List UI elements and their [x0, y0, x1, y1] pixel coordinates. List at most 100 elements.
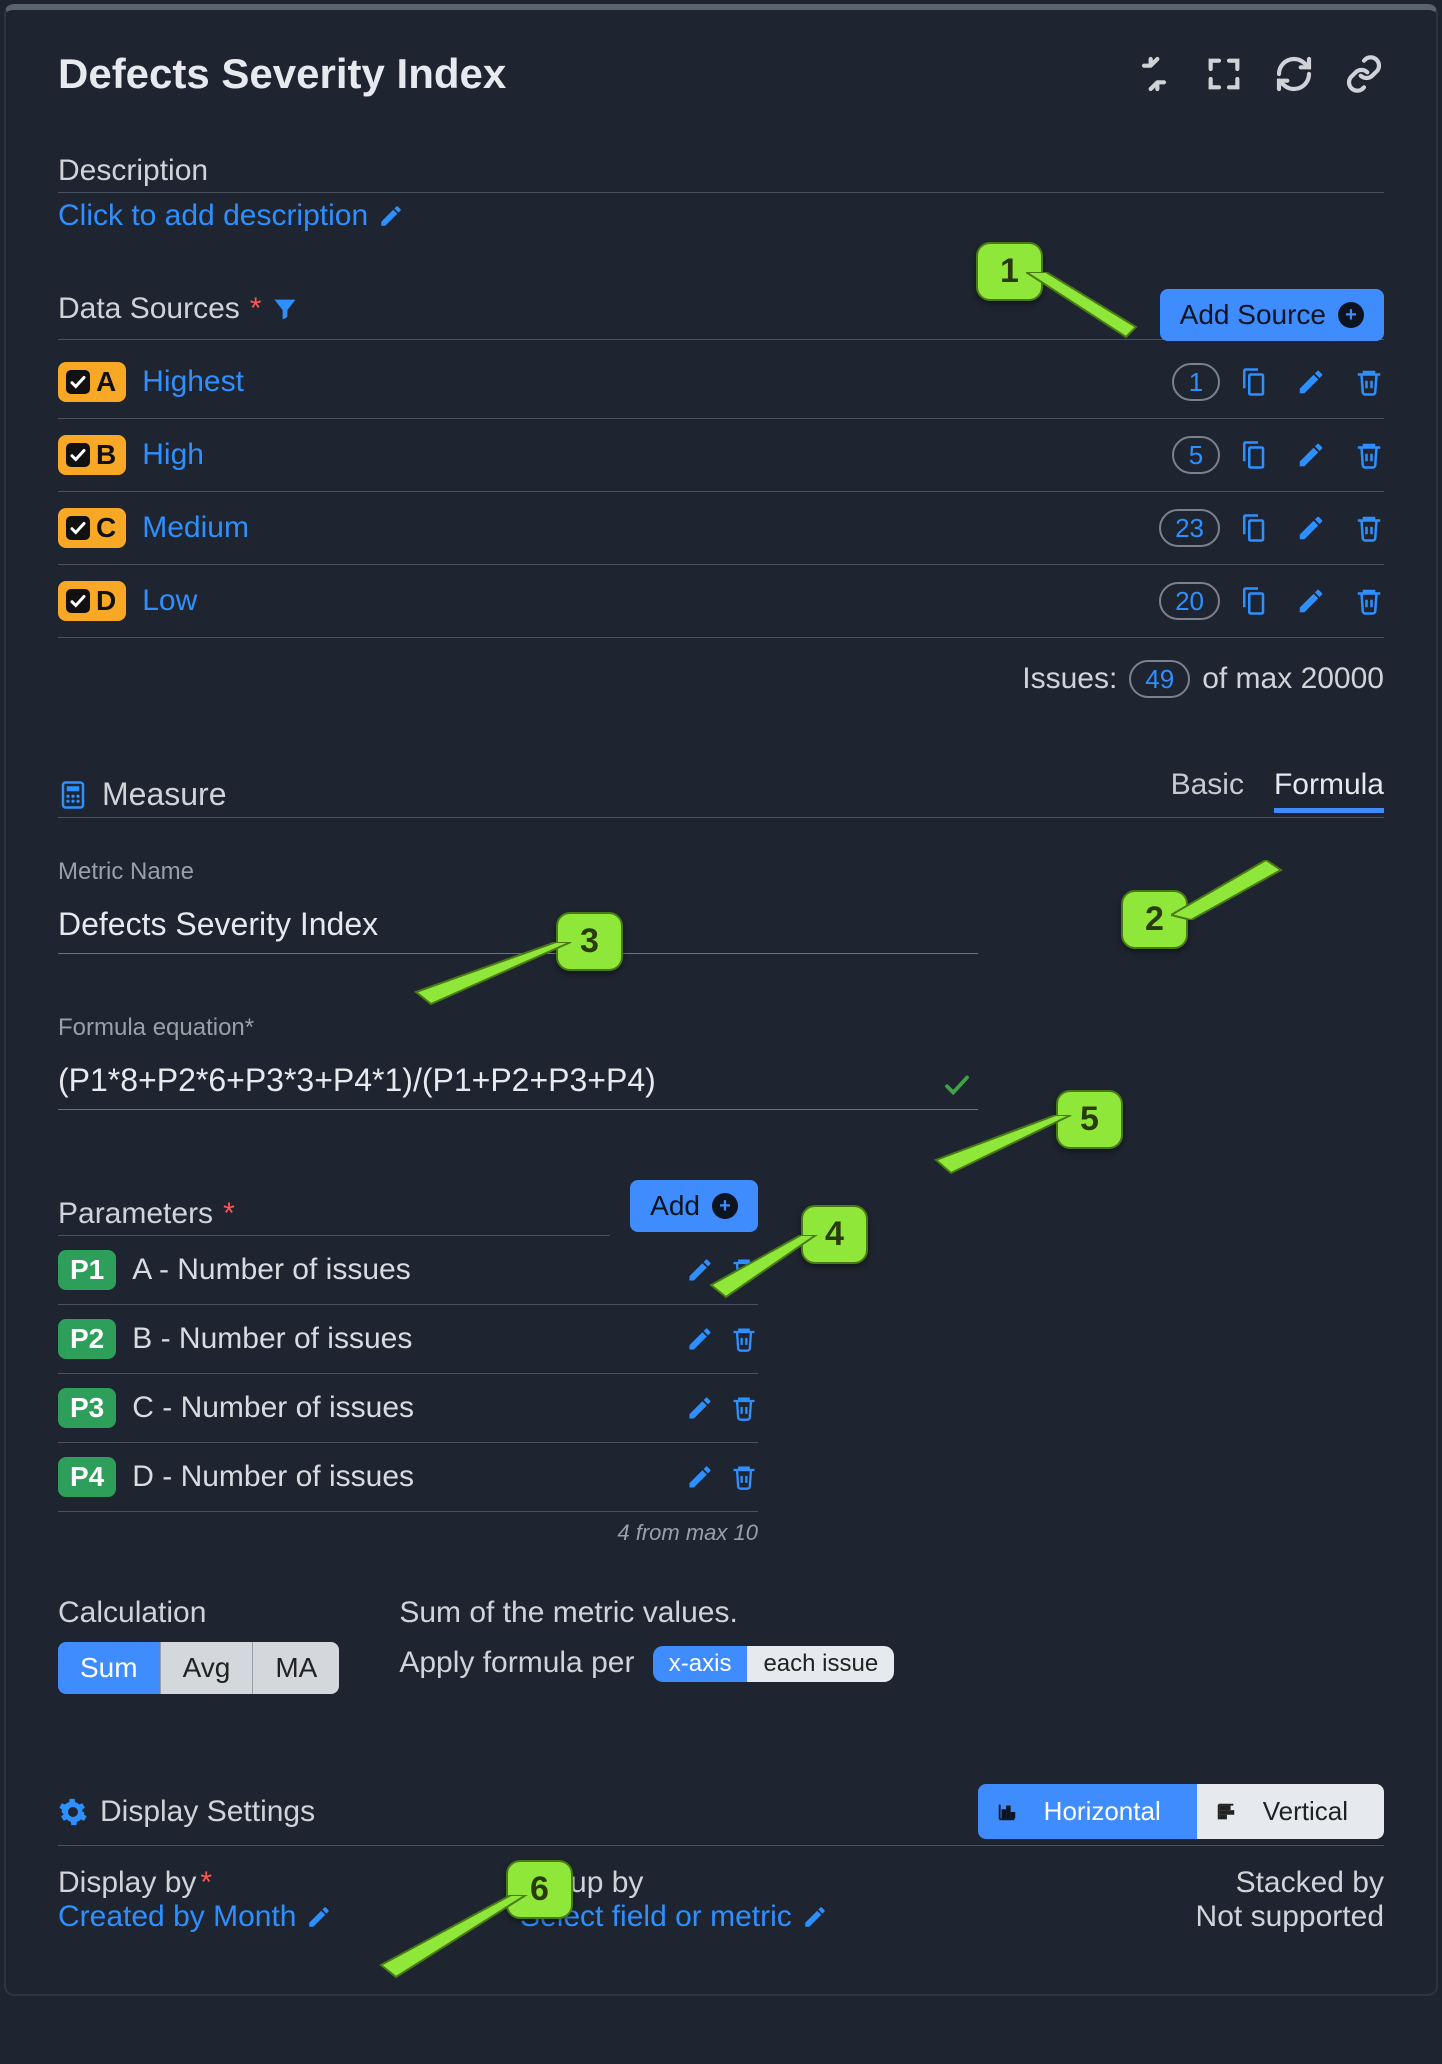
plus-icon: + [1338, 302, 1364, 328]
measure-header: Measure Basic Formula [58, 768, 1384, 818]
callout-5: 5 [1056, 1090, 1123, 1149]
source-count: 20 [1159, 582, 1220, 620]
data-source-list: A Highest 1 B High 5 [58, 346, 1384, 638]
parameter-row: P3 C - Number of issues [58, 1374, 758, 1443]
group-by-value[interactable]: Select field or metric [520, 1900, 828, 1934]
collapse-icon[interactable] [1134, 54, 1174, 94]
calculator-icon [58, 780, 88, 810]
source-letter-badge[interactable]: A [58, 362, 126, 402]
source-letter-badge[interactable]: D [58, 581, 126, 621]
calc-sum-button[interactable]: Sum [58, 1642, 160, 1694]
display-columns: Display by* Created by Month Group by Se… [58, 1866, 1384, 1934]
data-source-row: C Medium 23 [58, 492, 1384, 565]
panel-header: Defects Severity Index [58, 50, 1384, 98]
issues-total: 49 [1129, 660, 1190, 698]
trash-icon[interactable] [1354, 367, 1384, 397]
plus-icon: + [712, 1193, 738, 1219]
parameter-summary: 4 from max 10 [58, 1512, 758, 1546]
copy-icon[interactable] [1238, 586, 1268, 616]
add-description-link[interactable]: Click to add description [58, 199, 404, 233]
gear-icon [58, 1797, 88, 1827]
page-title: Defects Severity Index [58, 50, 506, 98]
required-marker: * [250, 292, 262, 326]
pencil-icon[interactable] [686, 1256, 714, 1284]
metric-name-input[interactable] [58, 900, 978, 954]
source-name-link[interactable]: Low [142, 584, 197, 618]
vertical-bars-icon [1215, 1801, 1237, 1823]
fullscreen-icon[interactable] [1204, 54, 1244, 94]
trash-icon[interactable] [1354, 513, 1384, 543]
group-by-col: Group by Select field or metric [520, 1866, 922, 1934]
pencil-icon [306, 1904, 332, 1930]
header-actions [1134, 54, 1384, 94]
formula-field: Formula equation* [58, 1014, 978, 1110]
metric-name-field: Metric Name [58, 858, 978, 954]
parameter-badge: P4 [58, 1457, 116, 1497]
parameter-name: D - Number of issues [132, 1460, 670, 1494]
source-letter-badge[interactable]: B [58, 435, 126, 475]
data-source-row: D Low 20 [58, 565, 1384, 638]
checkbox-checked-icon [66, 370, 90, 394]
parameter-row: P1 A - Number of issues [58, 1236, 758, 1305]
data-source-row: A Highest 1 [58, 346, 1384, 419]
parameters-header: Parameters* Add + [58, 1180, 758, 1236]
apply-formula-toggle[interactable]: x-axis each issue [653, 1646, 894, 1682]
formula-input[interactable] [58, 1056, 978, 1110]
pencil-icon[interactable] [686, 1394, 714, 1422]
source-name-link[interactable]: Highest [142, 365, 244, 399]
add-source-button[interactable]: Add Source + [1160, 289, 1384, 341]
trash-icon[interactable] [1354, 440, 1384, 470]
valid-check-icon [942, 1070, 972, 1100]
tab-basic[interactable]: Basic [1171, 768, 1244, 813]
pencil-icon[interactable] [686, 1325, 714, 1353]
source-letter-badge[interactable]: C [58, 508, 126, 548]
source-count: 1 [1172, 363, 1220, 401]
filter-icon[interactable] [271, 295, 299, 323]
checkbox-checked-icon [66, 443, 90, 467]
calculation-section: Calculation Sum Avg MA Sum of the metric… [58, 1596, 1384, 1694]
calc-ma-button[interactable]: MA [252, 1642, 339, 1694]
display-by-value[interactable]: Created by Month [58, 1900, 332, 1934]
source-name-link[interactable]: High [142, 438, 204, 472]
tab-formula[interactable]: Formula [1274, 768, 1384, 813]
display-by-col: Display by* Created by Month [58, 1866, 460, 1934]
pencil-icon[interactable] [1296, 440, 1326, 470]
horizontal-bars-icon [996, 1801, 1018, 1823]
checkbox-checked-icon [66, 516, 90, 540]
trash-icon[interactable] [730, 1394, 758, 1422]
pencil-icon[interactable] [1296, 513, 1326, 543]
parameter-row: P2 B - Number of issues [58, 1305, 758, 1374]
callout-2: 2 [1121, 890, 1188, 949]
data-sources-label: Data Sources [58, 292, 240, 326]
pencil-icon [378, 203, 404, 229]
parameter-badge: P2 [58, 1319, 116, 1359]
source-count: 23 [1159, 509, 1220, 547]
stacked-by-col: Stacked by Not supported [982, 1866, 1384, 1934]
pencil-icon [802, 1904, 828, 1930]
pencil-icon[interactable] [1296, 367, 1326, 397]
trash-icon[interactable] [730, 1256, 758, 1284]
measure-label: Measure [102, 776, 227, 813]
parameter-name: B - Number of issues [132, 1322, 670, 1356]
trash-icon[interactable] [730, 1325, 758, 1353]
source-name-link[interactable]: Medium [142, 511, 249, 545]
orientation-toggle[interactable]: Horizontal Vertical [978, 1784, 1384, 1839]
trash-icon[interactable] [730, 1463, 758, 1491]
parameter-row: P4 D - Number of issues [58, 1443, 758, 1512]
calc-segmented: Sum Avg MA [58, 1642, 339, 1694]
calc-avg-button[interactable]: Avg [160, 1642, 253, 1694]
copy-icon[interactable] [1238, 367, 1268, 397]
copy-icon[interactable] [1238, 513, 1268, 543]
refresh-icon[interactable] [1274, 54, 1314, 94]
parameter-list: P1 A - Number of issues P2 B - Number of… [58, 1236, 1384, 1512]
add-parameter-button[interactable]: Add + [630, 1180, 758, 1232]
copy-icon[interactable] [1238, 440, 1268, 470]
pencil-icon[interactable] [686, 1463, 714, 1491]
stacked-by-value: Not supported [1196, 1900, 1384, 1934]
issues-summary: Issues: 49 of max 20000 [58, 638, 1384, 698]
parameter-name: A - Number of issues [132, 1253, 670, 1287]
checkbox-checked-icon [66, 589, 90, 613]
pencil-icon[interactable] [1296, 586, 1326, 616]
trash-icon[interactable] [1354, 586, 1384, 616]
link-icon[interactable] [1344, 54, 1384, 94]
